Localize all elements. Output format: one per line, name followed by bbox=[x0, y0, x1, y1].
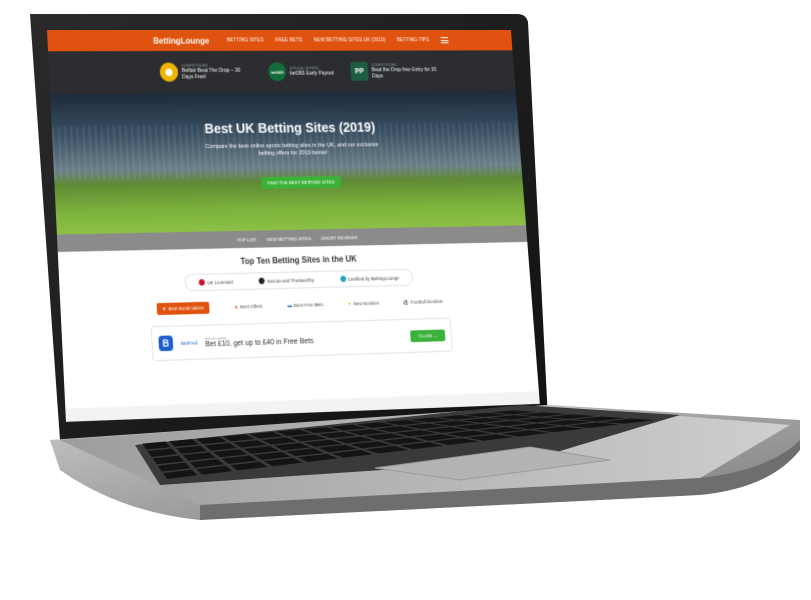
keyboard-key bbox=[404, 423, 447, 430]
keyboard-key bbox=[175, 445, 208, 454]
star-icon: ★ bbox=[233, 303, 239, 310]
badge-secure: Secure and Trustworthy bbox=[259, 276, 314, 284]
keyboard-key bbox=[222, 434, 256, 442]
betfair-logo-icon: ⬤ bbox=[159, 63, 178, 82]
website-page: BettingLounge BETTING SITES FREE BETS NE… bbox=[47, 30, 540, 422]
promo-item-paddypower[interactable]: PP COMPETITIONS Beat the Drop free Entry… bbox=[350, 62, 439, 81]
filter-football-bookies[interactable]: ⚽ Football Bookies bbox=[403, 298, 443, 305]
hero-subtitle: Compare the best online sports betting s… bbox=[205, 141, 379, 158]
keyboard-key bbox=[243, 446, 279, 454]
keyboard-key bbox=[196, 465, 233, 475]
keyboard-key bbox=[195, 436, 227, 445]
keyboard-key bbox=[182, 452, 216, 461]
football-icon: ⚽ bbox=[403, 299, 409, 305]
keyboard-key bbox=[318, 431, 357, 439]
keyboard-key bbox=[162, 469, 198, 479]
nav-link-free-bets[interactable]: FREE BETS bbox=[275, 37, 302, 43]
promo-strip: ⬤ COMPETITIONS Betfair Beat The Drop – 3… bbox=[48, 50, 516, 94]
find-best-sites-button[interactable]: FIND THE BEST BETTING SITES bbox=[261, 176, 341, 189]
keyboard-key bbox=[273, 442, 311, 451]
keyboard-key bbox=[204, 442, 238, 451]
hero-banner: Best UK Betting Sites (2019) Compare the… bbox=[50, 91, 526, 234]
keyboard-key bbox=[334, 436, 374, 444]
keyboard-key bbox=[147, 448, 178, 457]
top-nav-bar: BettingLounge BETTING SITES FREE BETS NE… bbox=[47, 30, 513, 51]
keyboard-key bbox=[261, 437, 297, 445]
bookmaker-card[interactable]: B BetFred BONUS OFFER Bet £10, get up to… bbox=[151, 318, 453, 362]
sparkle-icon: ✦ bbox=[347, 300, 352, 307]
certified-icon bbox=[340, 276, 346, 283]
filter-best-free-bets[interactable]: ▬ Best Free Bets bbox=[287, 302, 323, 308]
shield-icon bbox=[259, 278, 265, 285]
laptop-mockup: BettingLounge BETTING SITES FREE BETS NE… bbox=[0, 0, 811, 600]
keyboard-key bbox=[303, 439, 343, 447]
keyboard-key bbox=[189, 459, 225, 468]
keyboard-key bbox=[290, 434, 327, 442]
nav-link-betting-tips[interactable]: BETTING TIPS bbox=[397, 37, 430, 43]
keyboard-key bbox=[302, 427, 340, 434]
badge-uk-licensed: UK Licensed bbox=[199, 278, 233, 285]
promo-title: Beat the Drop free Entry for 30 Days bbox=[371, 66, 437, 80]
paddypower-logo-icon: PP bbox=[350, 62, 369, 81]
gift-icon: ▬ bbox=[287, 302, 293, 309]
promo-title: Betfair Beat The Drop – 30 Days Free! bbox=[181, 67, 241, 81]
badge-certified: Certified by BettingLounge bbox=[340, 274, 400, 282]
keyboard-key bbox=[213, 449, 248, 458]
nav-link-new-betting-sites[interactable]: NEW BETTING SITES UK (2019) bbox=[314, 37, 386, 43]
brand-logo[interactable]: BettingLounge bbox=[153, 36, 209, 46]
betfred-logo-icon: B bbox=[158, 335, 173, 351]
keyboard-key bbox=[169, 439, 199, 447]
filter-new-bookies[interactable]: ✦ New Bookies bbox=[348, 300, 380, 307]
toplist-section: Top Ten Betting Sites in the UK UK Licen… bbox=[58, 242, 539, 409]
promo-item-betfair[interactable]: ⬤ COMPETITIONS Betfair Beat The Drop – 3… bbox=[159, 62, 251, 81]
filter-best-offers[interactable]: ★ Best Offers bbox=[234, 303, 263, 310]
tab-short-reviews[interactable]: SHORT REVIEWS bbox=[321, 234, 358, 240]
tab-new-betting-sites[interactable]: NEW BETTING SITES bbox=[266, 235, 311, 241]
hamburger-menu-icon[interactable] bbox=[440, 37, 448, 43]
keyboard-key bbox=[230, 461, 268, 471]
laptop-screen: BettingLounge BETTING SITES FREE BETS NE… bbox=[47, 30, 540, 422]
tab-top-list[interactable]: TOP LIST bbox=[237, 236, 257, 242]
keyboard-key bbox=[347, 429, 387, 436]
filter-best-bookmakers[interactable]: ▼ Best Bookmakers bbox=[157, 302, 210, 315]
keyboard-key bbox=[276, 429, 312, 436]
bet365-logo-icon: bet365 bbox=[268, 62, 287, 81]
keyboard-key bbox=[152, 455, 184, 465]
keyboard-key bbox=[142, 441, 171, 450]
uk-flag-icon bbox=[199, 279, 205, 286]
keyboard-key bbox=[249, 431, 284, 439]
bookmaker-name: BetFred bbox=[180, 339, 198, 346]
keyboard-key bbox=[375, 426, 417, 433]
trophy-icon: ▼ bbox=[161, 306, 167, 312]
toplist-heading: Top Ten Betting Sites in the UK bbox=[240, 254, 358, 267]
keyboard-key bbox=[233, 440, 268, 448]
nav-link-betting-sites[interactable]: BETTING SITES bbox=[227, 37, 264, 43]
keyboard-key bbox=[157, 462, 191, 472]
category-filters: ▼ Best Bookmakers ★ Best Offers ▬ Best Free… bbox=[157, 296, 444, 316]
trust-badges: UK Licensed Secure and Trustworthy Certi… bbox=[184, 269, 413, 292]
keyboard-key bbox=[264, 457, 303, 467]
keyboard-key bbox=[221, 455, 258, 464]
promo-item-bet365[interactable]: bet365 SPECIAL OFFERS bet365 Early Payou… bbox=[268, 62, 334, 81]
claim-button[interactable]: CLAIM → bbox=[410, 329, 445, 342]
promo-title: bet365 Early Payout bbox=[289, 70, 334, 77]
